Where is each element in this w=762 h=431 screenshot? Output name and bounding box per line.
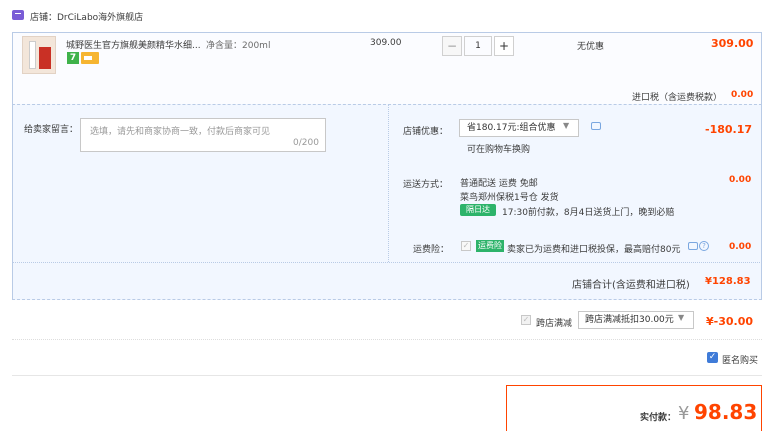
store-icon: [12, 10, 24, 20]
divider: [12, 375, 762, 376]
coupon-value: -180.17: [705, 123, 753, 136]
quantity-input[interactable]: 1: [464, 36, 492, 56]
shipping-method: 普通配送 运费 免邮: [460, 179, 538, 189]
cross-store-label: 跨店满减: [536, 319, 573, 329]
item-promotion: 无优惠: [577, 42, 605, 52]
quantity-stepper: − 1 +: [442, 36, 514, 56]
chevron-down-icon[interactable]: ▼: [563, 121, 573, 133]
import-tax-label: 进口税（含运费税款）: [632, 93, 723, 103]
store-subtotal-value: ¥128.83: [705, 276, 751, 287]
memo-char-count: 0/200: [293, 138, 319, 148]
cross-store-select[interactable]: 跨店满减抵扣30.00元: [578, 311, 694, 329]
import-tax-value: 0.00: [731, 90, 754, 100]
insurance-badge: 运费险: [476, 240, 504, 252]
help-icon[interactable]: ?: [699, 241, 709, 251]
insurance-text: 卖家已为运费和进口税投保，最高赔付80元: [507, 245, 681, 255]
delivery-promise: 17:30前付款，8月4日送货上门，晚到必赔: [502, 208, 675, 218]
store-coupon-label: 店铺优惠：: [403, 127, 449, 137]
memo-placeholder: 选填，请先和商家协商一致，付款后商家可见: [90, 127, 271, 137]
store-coupon-select[interactable]: 省180.17元:组合优惠: [459, 119, 579, 137]
product-title[interactable]: 城野医生官方旗舰美颜精华水细...: [66, 38, 206, 51]
store-subtotal-label: 店铺合计(含运费和进口税): [572, 280, 690, 291]
chevron-down-icon[interactable]: ▼: [678, 313, 684, 322]
shipping-label: 运送方式：: [403, 180, 449, 190]
cross-store-checkbox[interactable]: ✓: [521, 315, 531, 325]
insurance-checkbox[interactable]: ✓: [461, 241, 471, 251]
payment-currency: ¥: [678, 403, 690, 424]
shipping-value: 0.00: [729, 175, 752, 185]
chat-icon[interactable]: [688, 242, 698, 250]
decrease-quantity-button[interactable]: −: [442, 36, 462, 56]
chat-icon[interactable]: [591, 122, 601, 130]
coupon-hint: 可在购物车换购: [467, 145, 531, 155]
memo-label: 给卖家留言：: [24, 125, 79, 135]
insurance-value: 0.00: [729, 242, 752, 252]
increase-quantity-button[interactable]: +: [494, 36, 514, 56]
shipping-warehouse: 菜鸟郑州保税1号仓 发货: [460, 193, 559, 203]
unit-price: 309.00: [370, 38, 402, 48]
anonymous-checkbox[interactable]: ✓: [707, 352, 718, 363]
next-day-badge: 隔日达: [460, 204, 496, 216]
product-thumbnail[interactable]: [22, 36, 56, 74]
payment-label: 实付款：: [640, 413, 677, 423]
card-icon: [81, 52, 99, 64]
cross-store-value: ¥-30.00: [706, 315, 754, 328]
panel-divider: [388, 104, 389, 262]
anonymous-label[interactable]: 匿名购买: [722, 353, 758, 366]
item-total: 309.00: [711, 37, 754, 50]
store-name[interactable]: 店铺：DrCiLabo海外旗舰店: [30, 10, 143, 23]
product-spec: 净含量：200ml: [206, 41, 271, 51]
insurance-label: 运费险：: [413, 245, 450, 255]
payment-amount: 98.83: [694, 400, 758, 424]
seven-day-return-icon: 7: [67, 52, 79, 64]
